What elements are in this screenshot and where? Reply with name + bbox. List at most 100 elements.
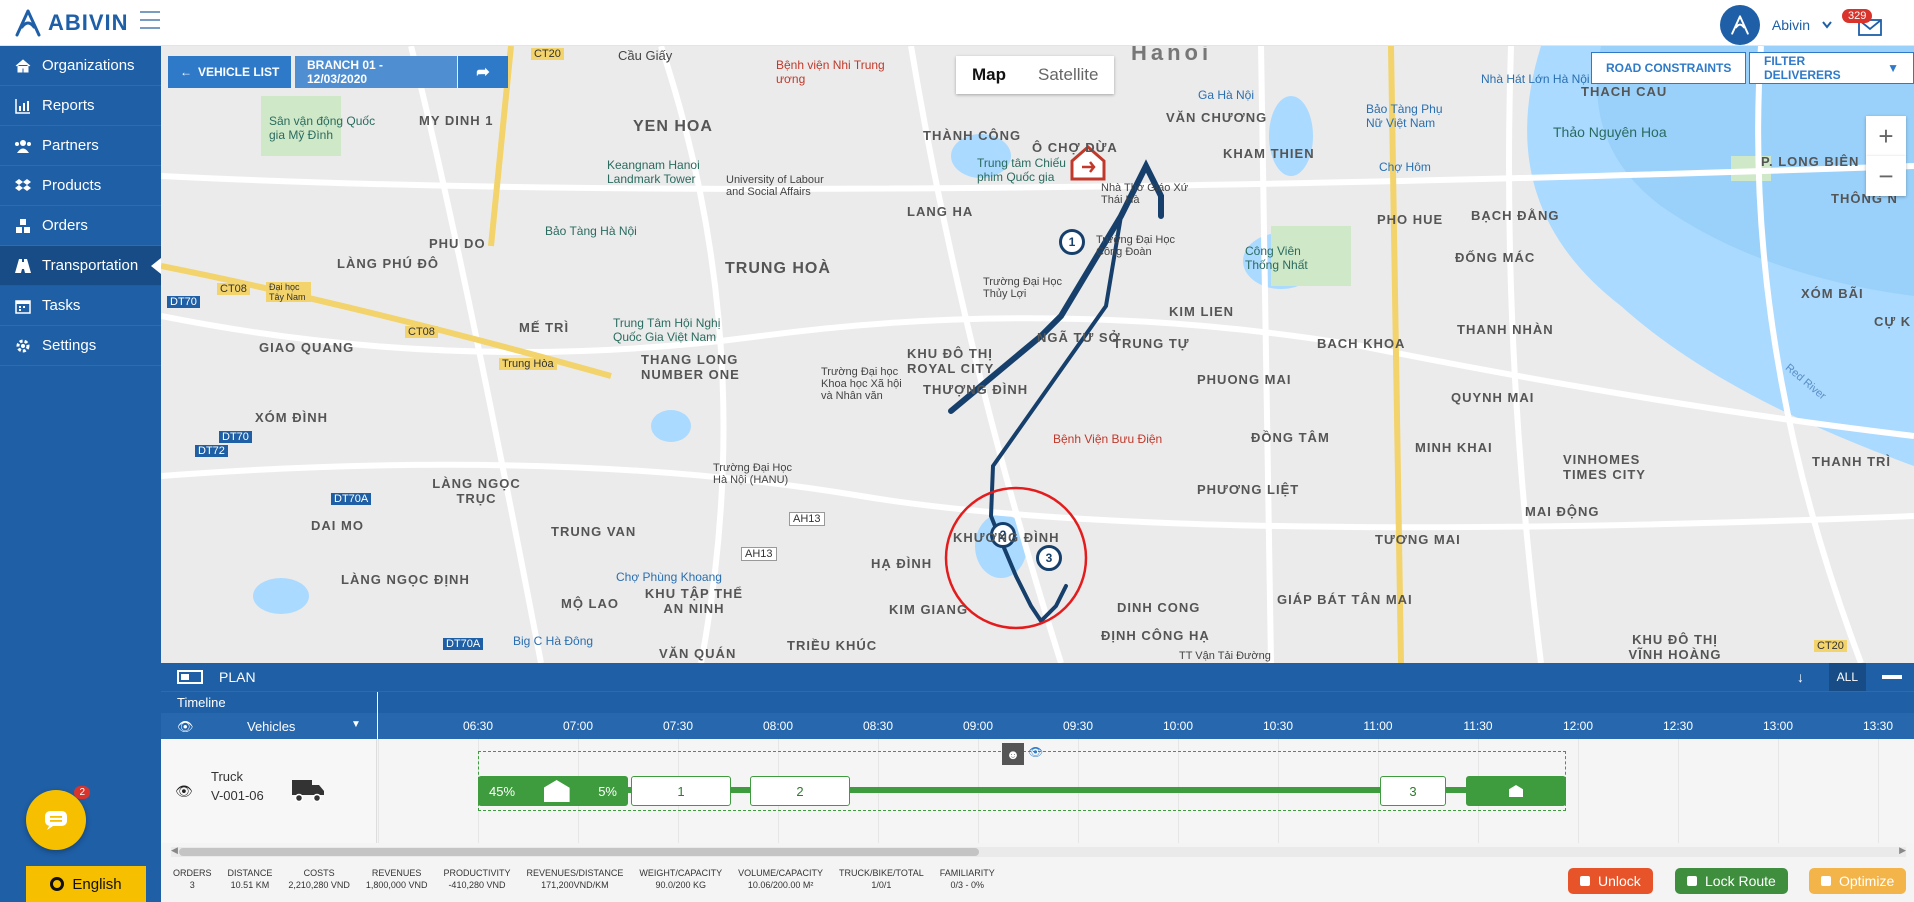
lock-route-label: Lock Route [1705, 873, 1776, 889]
map-label: Ô CHỢ DỪA [1032, 140, 1118, 155]
radio-icon [50, 877, 65, 891]
filter-icon: ▼ [1887, 61, 1899, 75]
vehicle-id: V-001-06 [211, 788, 264, 803]
stat-value: 3 [189, 880, 195, 890]
map-label: BACH KHOA [1317, 336, 1406, 351]
route-stop-marker[interactable]: 1 [1059, 229, 1085, 255]
branch-date-button[interactable]: BRANCH 01 - 12/03/2020 [295, 56, 457, 88]
stat-value: 1/0/1 [871, 880, 892, 890]
sidebar-item-label: Orders [42, 217, 88, 234]
notification-count-badge: 329 [1842, 9, 1873, 23]
timeline-header: Timeline [161, 691, 1914, 714]
optimize-button[interactable]: Optimize [1809, 868, 1907, 894]
sidebar-item-settings[interactable]: Settings [0, 326, 161, 366]
zoom-out-button[interactable]: − [1866, 156, 1906, 196]
start-load-percent: 45% [489, 783, 516, 799]
timeline-axis: 👁 Vehicles ▼ 06:30 07:00 07:30 08:00 08:30 09… [161, 713, 1914, 739]
timeline-tick: 11:00 [1363, 719, 1393, 733]
depot-end-segment[interactable] [1466, 776, 1566, 806]
stat-item: REVENUES/DISTANCE 171,200VND/KM [526, 868, 623, 890]
map-label: Big C Hà Đông [513, 634, 594, 648]
sidebar-item-tasks[interactable]: Tasks [0, 286, 161, 326]
timeline-tick: 11:30 [1463, 719, 1493, 733]
menu-toggle-icon[interactable] [140, 11, 160, 29]
vehicles-dropdown[interactable]: Vehicles [247, 719, 295, 734]
map-toggle-map[interactable]: Map [956, 56, 1022, 94]
sidebar-item-partners[interactable]: Partners [0, 126, 161, 166]
user-name[interactable]: Abivin [1772, 17, 1810, 33]
stop-segment[interactable]: 2 [750, 776, 850, 806]
sidebar-item-orders[interactable]: Orders [0, 206, 161, 246]
vehicle-list-button[interactable]: ← VEHICLE LIST [168, 56, 292, 88]
stat-item: TRUCK/BIKE/TOTAL 1/0/1 [839, 868, 924, 890]
map-label: QUYNH MAI [1451, 390, 1535, 405]
driver-icon[interactable]: ☻ [1002, 743, 1024, 765]
language-button[interactable]: English [26, 866, 146, 902]
unlock-button[interactable]: Unlock [1568, 868, 1653, 894]
sidebar-item-organizations[interactable]: Organizations [0, 46, 161, 86]
map-toggle-satellite[interactable]: Satellite [1022, 56, 1114, 94]
stat-item: PRODUCTIVITY -410,280 VND [443, 868, 510, 890]
caret-down-icon[interactable]: ▼ [351, 719, 361, 730]
map-label: TRUNG HOÀ [725, 260, 831, 277]
depot-start-segment[interactable]: 45% 5% [478, 776, 628, 806]
map-label: Bệnh Viện Bưu Điện [1053, 432, 1163, 446]
map-label: HẠ ĐÌNH [871, 556, 933, 571]
truck-icon [292, 780, 324, 803]
stat-item: VOLUME/CAPACITY 10.06/200.00 M² [738, 868, 823, 890]
map-label: Bảo Tàng Phụ Nữ Việt Nam [1366, 102, 1443, 130]
scroll-right-icon[interactable]: ▶ [1899, 845, 1906, 856]
sidebar-item-transportation[interactable]: Transportation [0, 246, 161, 286]
notifications-button[interactable]: 329 [1842, 9, 1884, 39]
horizontal-scrollbar[interactable]: ◀ ▶ [171, 845, 1906, 857]
collapse-icon[interactable] [1882, 675, 1902, 679]
arrow-down-icon[interactable]: ↓ [1797, 669, 1804, 685]
language-label: English [72, 875, 122, 893]
route-stop-marker[interactable]: 3 [1036, 545, 1062, 571]
filter-deliverers-button[interactable]: FILTER DELIVERERS ▼ [1749, 52, 1914, 84]
stop-segment[interactable]: 1 [631, 776, 731, 806]
lock-route-button[interactable]: Lock Route [1675, 868, 1788, 894]
stat-label: DISTANCE [227, 868, 273, 878]
eye-icon[interactable]: 👁 [175, 783, 193, 800]
chat-icon [45, 811, 67, 830]
road-constraints-button[interactable]: ROAD CONSTRAINTS [1591, 52, 1747, 84]
road-badge: DT70 [219, 431, 252, 443]
branch-date-label: BRANCH 01 - 12/03/2020 [307, 58, 384, 86]
map-label: KHU ĐÔ THỊ ROYAL CITY [907, 346, 995, 376]
sidebar-item-products[interactable]: Products [0, 166, 161, 206]
chat-button[interactable]: 2 [26, 786, 90, 850]
all-button[interactable]: ALL [1828, 663, 1866, 691]
map-view[interactable]: 1 2 3 CT20 CT08 CT08 DT70 DT70 DT72 DT70… [161, 46, 1914, 663]
map-label: THANH NHÀN [1457, 322, 1554, 337]
abivin-logo-icon [15, 9, 41, 37]
eye-icon[interactable]: 👁 [1028, 745, 1043, 759]
brand-logo[interactable]: ABIVIN [14, 6, 129, 40]
share-button[interactable]: ➦ [458, 56, 508, 88]
map-label: VINHOMES TIMES CITY [1563, 452, 1646, 482]
road-badge: CT08 [405, 326, 438, 338]
plan-title: PLAN [219, 669, 256, 685]
map-label: MINH KHAI [1415, 440, 1493, 455]
map-label: TRUNG VAN [551, 524, 637, 539]
user-avatar[interactable] [1719, 5, 1760, 45]
zoom-in-button[interactable]: + [1866, 116, 1906, 156]
scroll-left-icon[interactable]: ◀ [171, 845, 178, 856]
stat-item: DISTANCE 10.51 KM [228, 868, 273, 890]
unlock-label: Unlock [1598, 873, 1641, 889]
stat-value: 90.0/200 KG [655, 880, 707, 890]
panel-toggle-icon[interactable] [177, 670, 203, 684]
map-label: ĐỊNH CÔNG HẠ [1101, 628, 1210, 643]
chevron-down-icon[interactable] [1822, 21, 1832, 29]
stop-segment[interactable]: 3 [1380, 776, 1446, 806]
vehicle-row-header: 👁 Truck V-001-06 [161, 739, 377, 843]
sidebar-item-label: Settings [42, 337, 97, 354]
scrollbar-thumb[interactable] [179, 848, 979, 856]
map-label: THANG LONG NUMBER ONE [641, 352, 740, 382]
eye-icon[interactable]: 👁 [177, 719, 194, 735]
map-label: Công Viên Thống Nhất [1245, 244, 1308, 272]
map-label: LÀNG PHÚ ĐÔ [337, 256, 439, 271]
map-label: KHAM THIEN [1223, 146, 1315, 161]
map-label: GIÁP BÁT TÂN MAI [1277, 592, 1413, 607]
sidebar-item-reports[interactable]: Reports [0, 86, 161, 126]
